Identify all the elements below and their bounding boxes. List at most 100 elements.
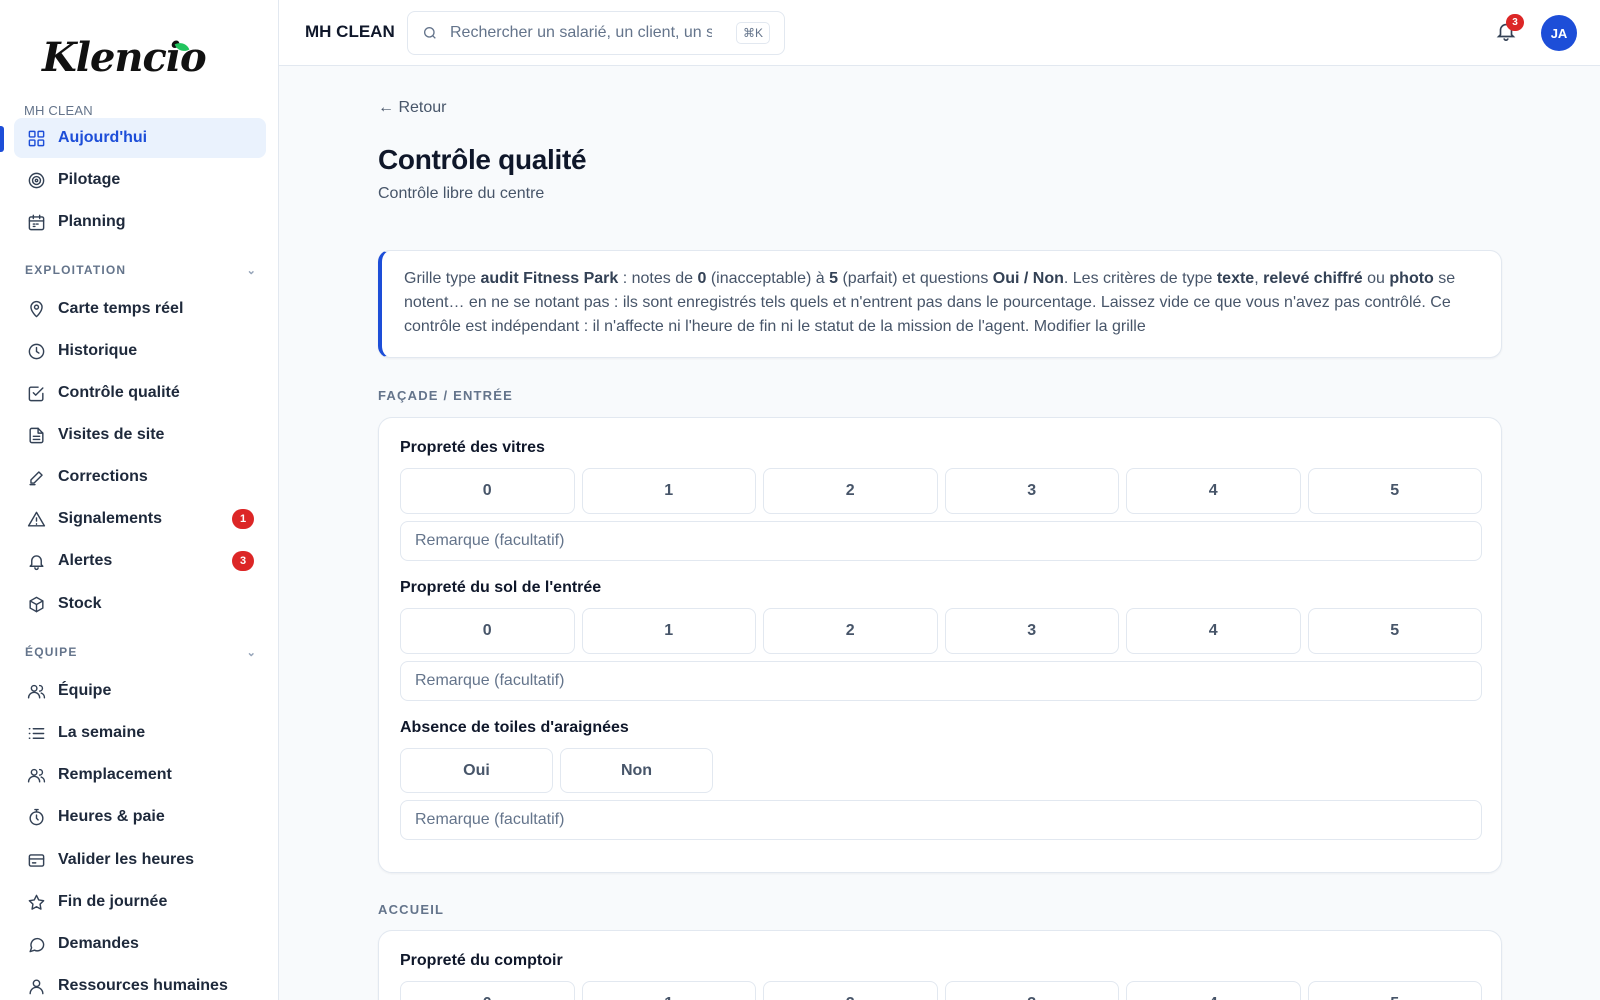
- sidebar-item-visites-de-site[interactable]: Visites de site: [14, 415, 266, 455]
- sidebar-item-heures-paie[interactable]: Heures & paie: [14, 797, 266, 837]
- sidebar-item-label: Carte temps réel: [58, 300, 184, 317]
- info-strong: texte: [1216, 270, 1255, 287]
- section-title: ÉQUIPE: [25, 645, 78, 659]
- section-title: EXPLOITATION: [25, 263, 127, 277]
- sidebar-item-label: Pilotage: [58, 171, 121, 188]
- klencio-logo[interactable]: Klencio: [42, 34, 207, 82]
- sidebar-item-label: Équipe: [58, 682, 112, 699]
- score-4-button[interactable]: 4: [1126, 468, 1301, 514]
- score-0-button[interactable]: 0: [400, 468, 575, 514]
- sidebar-item-ressources-humaines[interactable]: Ressources humaines: [14, 966, 266, 1000]
- bell-icon: [26, 551, 46, 571]
- score-5-button[interactable]: 5: [1307, 981, 1482, 1000]
- stopwatch-icon: [26, 807, 46, 827]
- map-pin-icon: [26, 299, 46, 319]
- grid-icon: [26, 128, 46, 148]
- sidebar-item-corrections[interactable]: Corrections: [14, 457, 266, 497]
- sidebar-item-alertes[interactable]: Alertes 3: [14, 541, 266, 581]
- info-strong: relevé chiffré: [1263, 270, 1363, 287]
- score-1-button[interactable]: 1: [581, 981, 756, 1000]
- sidebar-item-label: Visites de site: [58, 426, 165, 443]
- section-equipe-toggle[interactable]: ÉQUIPE ⌄: [25, 645, 257, 659]
- score-1-button[interactable]: 1: [581, 468, 756, 514]
- box-icon: [26, 594, 46, 614]
- notifications-button[interactable]: 3: [1495, 14, 1524, 46]
- score-selector: 0 1 2 3 4 5: [400, 468, 1482, 514]
- notification-count-badge: 3: [1506, 14, 1524, 31]
- score-selector: 0 1 2 3 4 5: [400, 981, 1482, 1000]
- section-exploitation-toggle[interactable]: EXPLOITATION ⌄: [25, 263, 257, 277]
- section-facade-entree-card: Propreté des vitres 0 1 2 3 4 5 Propreté…: [378, 417, 1502, 873]
- info-text: ,: [1254, 270, 1264, 287]
- active-indicator: [0, 126, 4, 152]
- sidebar-item-carte-temps-reel[interactable]: Carte temps réel: [14, 289, 266, 329]
- score-0-button[interactable]: 0: [400, 981, 575, 1000]
- sidebar-item-aujourdhui[interactable]: Aujourd'hui: [14, 118, 266, 158]
- sidebar-item-controle-qualite[interactable]: Contrôle qualité: [14, 373, 266, 413]
- section-accueil-title: ACCUEIL: [378, 902, 445, 917]
- sidebar-item-label: Ressources humaines: [58, 977, 228, 994]
- search-input[interactable]: [450, 24, 712, 42]
- page-subtitle: Contrôle libre du centre: [378, 185, 545, 202]
- score-1-button[interactable]: 1: [581, 608, 756, 654]
- info-strong: Oui / Non: [992, 270, 1064, 287]
- section-accueil-card: Propreté du comptoir 0 1 2 3 4 5: [378, 930, 1502, 1000]
- sidebar-item-label: Historique: [58, 342, 138, 359]
- sidebar-item-label: Alertes: [58, 552, 113, 569]
- user-avatar[interactable]: JA: [1541, 15, 1577, 51]
- sidebar-item-pilotage[interactable]: Pilotage: [14, 160, 266, 200]
- sidebar-item-label: Contrôle qualité: [58, 384, 180, 401]
- sidebar-item-planning[interactable]: Planning: [14, 202, 266, 242]
- info-strong: audit Fitness Park: [480, 270, 619, 287]
- question-label: Propreté du sol de l'entrée: [400, 579, 602, 596]
- sidebar-item-label: Fin de journée: [58, 893, 168, 910]
- sidebar-item-label: Aujourd'hui: [58, 129, 148, 146]
- list-icon: [26, 723, 46, 743]
- score-2-button[interactable]: 2: [763, 981, 938, 1000]
- sidebar-item-historique[interactable]: Historique: [14, 331, 266, 371]
- score-5-button[interactable]: 5: [1307, 608, 1482, 654]
- card-icon: [26, 850, 46, 870]
- score-2-button[interactable]: 2: [763, 468, 938, 514]
- chevron-down-icon: ⌄: [246, 264, 257, 277]
- score-3-button[interactable]: 3: [944, 468, 1119, 514]
- section-facade-entree-title: FAÇADE / ENTRÉE: [378, 388, 514, 403]
- yes-button[interactable]: Oui: [400, 748, 553, 793]
- clock-icon: [26, 341, 46, 361]
- sidebar-item-label: La semaine: [58, 724, 146, 741]
- sidebar-item-equipe[interactable]: Équipe: [14, 671, 266, 711]
- global-search[interactable]: ⌘K: [407, 11, 785, 55]
- question-label: Propreté du comptoir: [400, 952, 563, 969]
- chevron-down-icon: ⌄: [246, 646, 257, 659]
- no-button[interactable]: Non: [560, 748, 713, 793]
- score-3-button[interactable]: 3: [944, 981, 1119, 1000]
- info-callout: Grille type audit Fitness Park : notes d…: [378, 250, 1502, 358]
- search-shortcut: ⌘K: [735, 22, 770, 44]
- sidebar-item-fin-de-journee[interactable]: Fin de journée: [14, 882, 266, 922]
- logo-text: Klencio: [42, 34, 207, 81]
- sidebar-item-signalements[interactable]: Signalements 1: [14, 499, 266, 539]
- remark-input[interactable]: [400, 521, 1482, 561]
- remark-input[interactable]: [400, 661, 1482, 701]
- score-0-button[interactable]: 0: [400, 608, 575, 654]
- info-text: (parfait) et questions: [838, 270, 993, 287]
- info-strong: photo: [1389, 270, 1434, 287]
- sidebar-item-valider-les-heures[interactable]: Valider les heures: [14, 840, 266, 880]
- question-label: Absence de toiles d'araignées: [400, 719, 629, 736]
- company-name: MH CLEAN: [305, 22, 395, 41]
- users-icon: [26, 765, 46, 785]
- sidebar-item-stock[interactable]: Stock: [14, 584, 266, 624]
- score-4-button[interactable]: 4: [1126, 608, 1301, 654]
- remark-input[interactable]: [400, 800, 1482, 840]
- score-2-button[interactable]: 2: [763, 608, 938, 654]
- score-3-button[interactable]: 3: [944, 608, 1119, 654]
- score-4-button[interactable]: 4: [1126, 981, 1301, 1000]
- sidebar-item-la-semaine[interactable]: La semaine: [14, 713, 266, 753]
- calendar-icon: [26, 212, 46, 232]
- back-link[interactable]: ← Retour: [378, 99, 446, 117]
- sidebar-item-remplacement[interactable]: Remplacement: [14, 755, 266, 795]
- score-5-button[interactable]: 5: [1307, 468, 1482, 514]
- sidebar-item-demandes[interactable]: Demandes: [14, 924, 266, 964]
- info-text: . Les critères de type: [1063, 270, 1217, 287]
- signalements-badge: 1: [232, 509, 254, 529]
